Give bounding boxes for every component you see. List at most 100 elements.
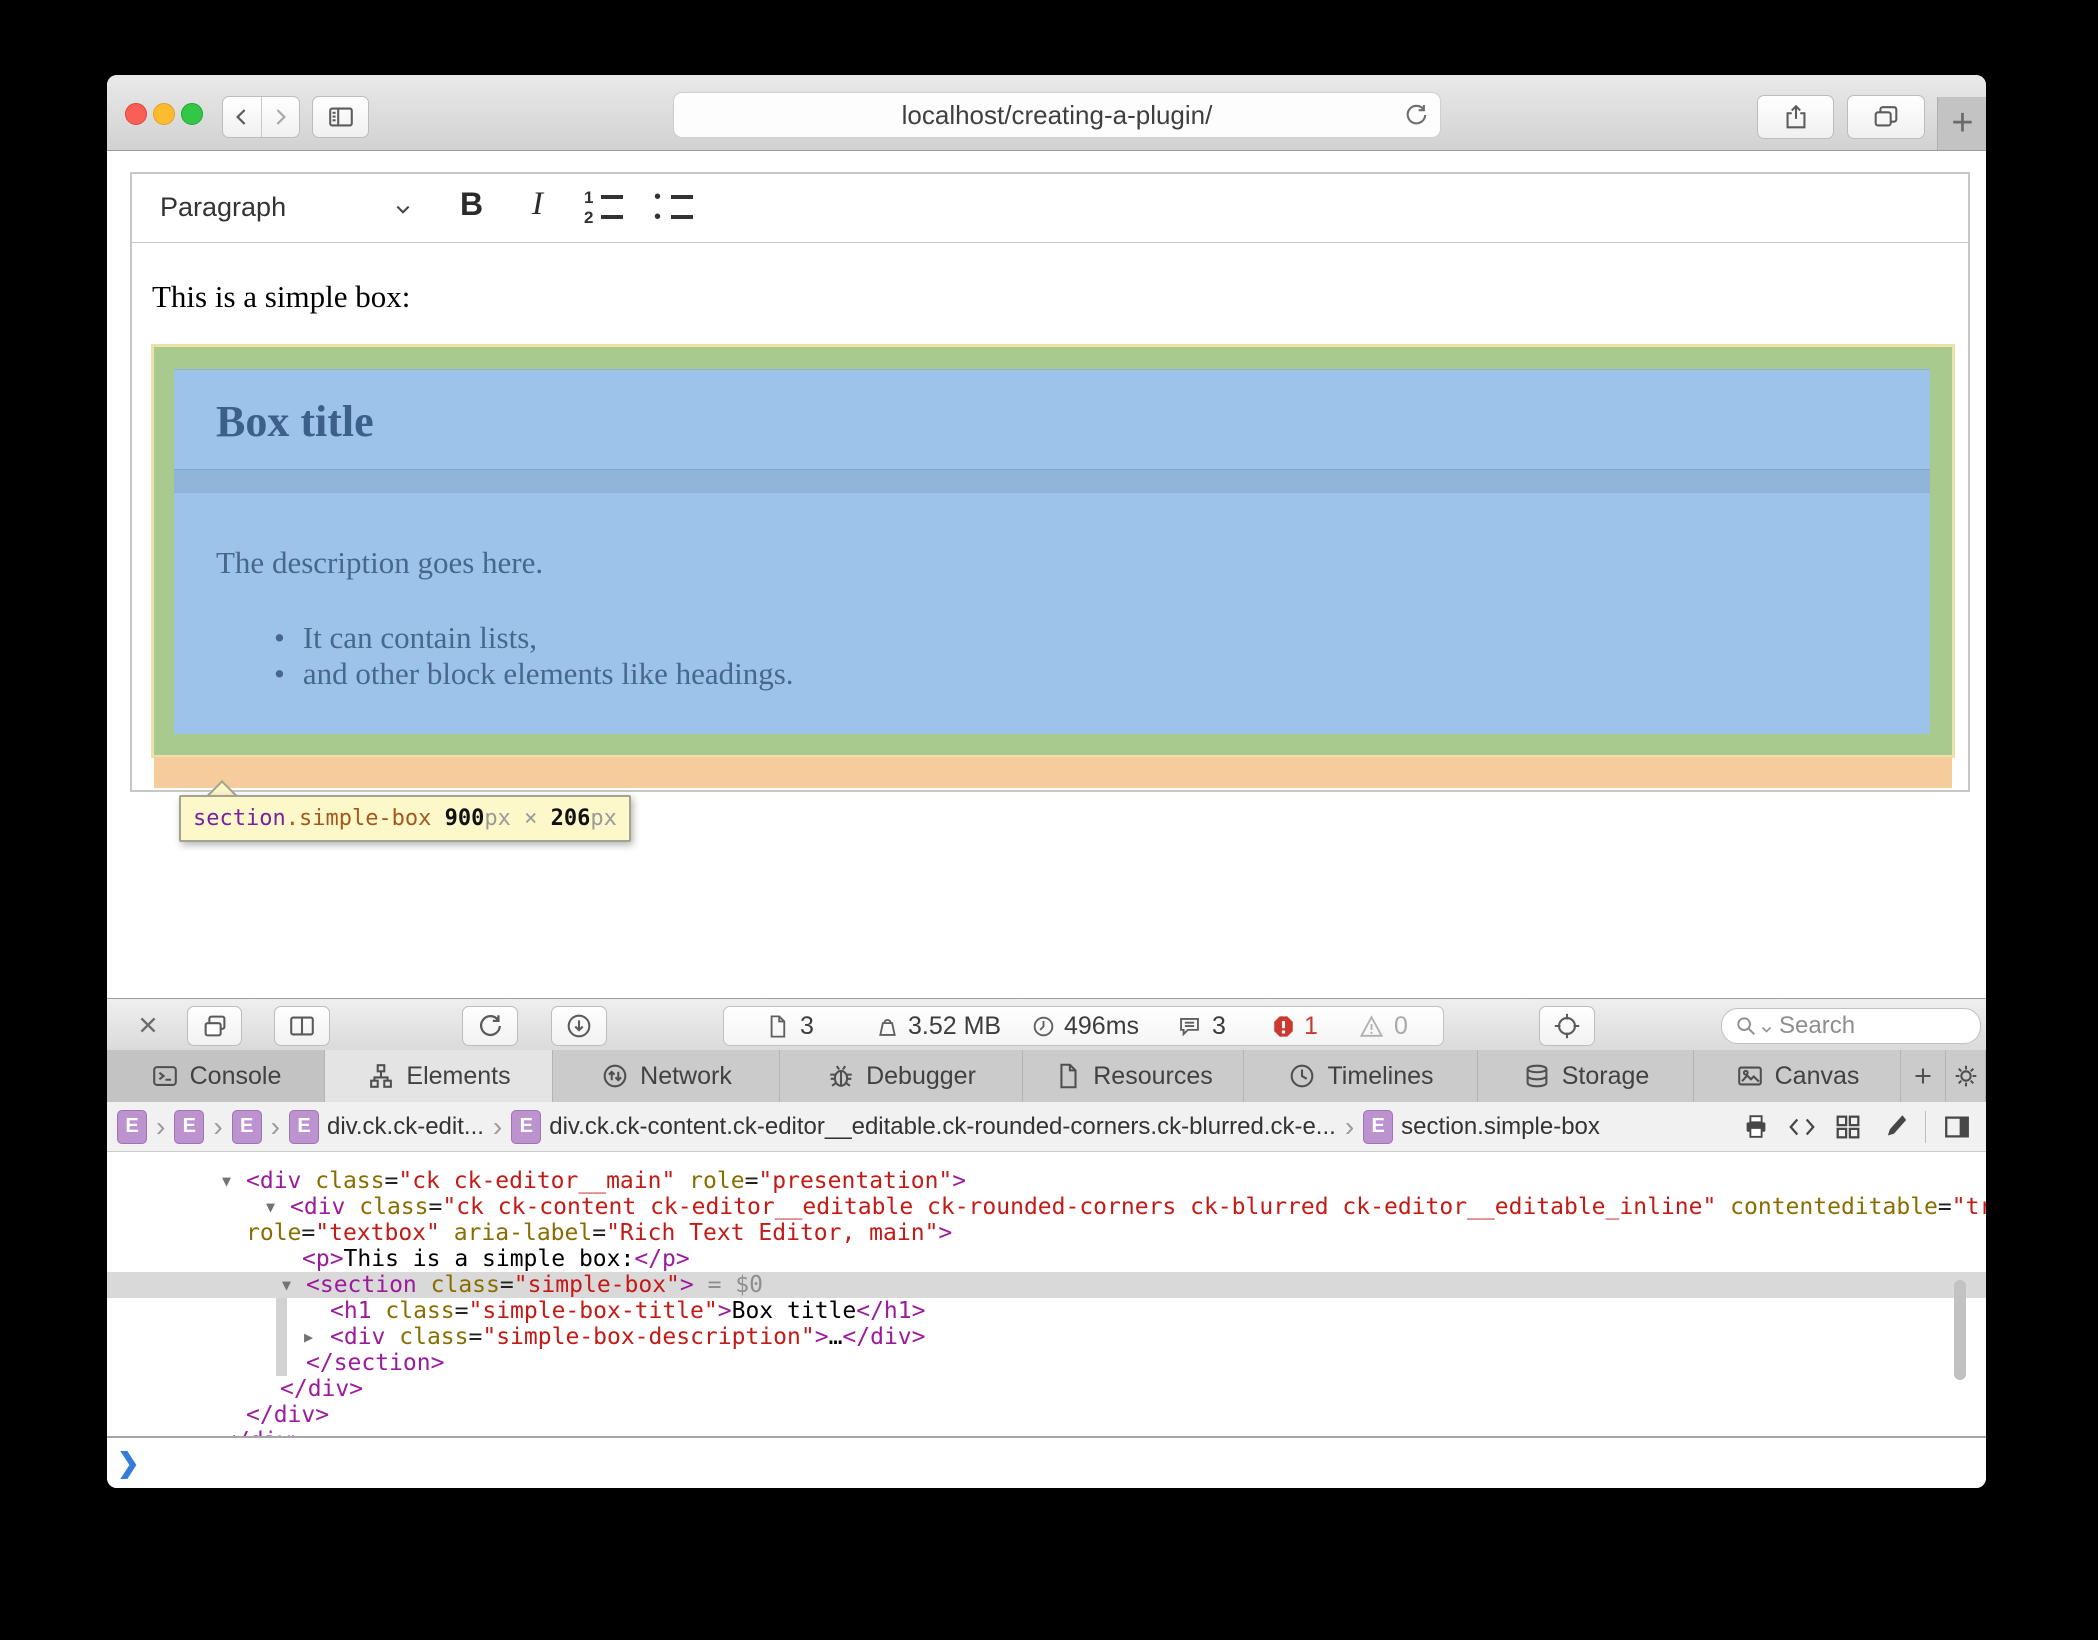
close-icon[interactable] — [133, 1010, 163, 1040]
breadcrumb-item[interactable]: E — [232, 1110, 262, 1144]
resource-stats-group[interactable]: 3 3.52 MB 496ms 3 1 0 — [723, 1006, 1444, 1046]
console-message-count: 3 — [1212, 1007, 1226, 1045]
canvas-icon — [1735, 1061, 1765, 1091]
plus-icon: + — [1951, 102, 1973, 145]
tab-debugger[interactable]: Debugger — [780, 1050, 1023, 1102]
italic-button[interactable]: I — [532, 186, 543, 223]
history-nav-group — [222, 96, 300, 138]
disclosure-closed-icon[interactable]: ▶ — [304, 1324, 313, 1350]
gear-tab[interactable] — [1946, 1050, 1986, 1102]
breadcrumb-item[interactable]: Ediv.ck.ck-edit... — [289, 1110, 484, 1144]
url-text: localhost/creating-a-plugin/ — [902, 100, 1213, 131]
paragraph-dropdown[interactable]: Paragraph — [160, 192, 286, 223]
console-prompt: ❯ — [117, 1448, 140, 1479]
resources-icon — [1053, 1061, 1083, 1091]
tab-storage[interactable]: Storage — [1478, 1050, 1694, 1102]
highlight-description-block[interactable]: The description goes here. It can contai… — [174, 492, 1930, 734]
disclosure-open-icon[interactable]: ▼ — [222, 1168, 231, 1194]
reload-icon[interactable] — [1402, 101, 1430, 129]
forward-button[interactable] — [261, 103, 299, 131]
dock-button[interactable] — [187, 1006, 242, 1046]
tab-label: Elements — [406, 1062, 510, 1091]
new-tab-button[interactable]: + — [1937, 97, 1986, 150]
disclosure-open-icon[interactable]: ▼ — [266, 1194, 275, 1220]
close-traffic-light[interactable] — [125, 103, 147, 125]
breadcrumb-item[interactable]: Esection.simple-box — [1363, 1110, 1600, 1144]
gear-icon — [1951, 1061, 1981, 1091]
split-view-icon — [287, 1011, 317, 1041]
load-time-icon — [1030, 1007, 1057, 1045]
dom-tree-row[interactable]: </div> — [107, 1376, 1986, 1402]
back-button[interactable] — [223, 103, 261, 131]
highlight-padding-area[interactable]: Box title The description goes here. It … — [154, 347, 1952, 755]
tab-overview-button[interactable] — [1847, 95, 1925, 139]
numbered-list-icon[interactable]: 1 2 — [584, 190, 623, 224]
tab-resources[interactable]: Resources — [1023, 1050, 1244, 1102]
dock-icon — [200, 1011, 230, 1041]
dom-tree-row[interactable]: </div> — [107, 1402, 1986, 1428]
chevron-right-icon: › — [156, 1111, 165, 1143]
tab-timelines[interactable]: Timelines — [1244, 1050, 1478, 1102]
download-icon — [564, 1011, 594, 1041]
chevron-right-icon: › — [1345, 1111, 1354, 1143]
breadcrumb-item[interactable]: Ediv.ck.ck-content.ck-editor__editable.c… — [511, 1110, 1336, 1144]
network-icon — [600, 1061, 630, 1091]
plus-icon — [1908, 1061, 1938, 1091]
download-button[interactable] — [551, 1006, 607, 1046]
breadcrumb-label: div.ck.ck-edit... — [327, 1113, 484, 1141]
dom-tree-row[interactable]: ▶<div class="simple-box-description">…</… — [107, 1324, 1986, 1350]
details-sidebar-icon[interactable] — [1942, 1112, 1972, 1142]
url-bar[interactable]: localhost/creating-a-plugin/ — [673, 92, 1441, 138]
dom-scrollbar-thumb[interactable] — [1954, 1280, 1966, 1380]
tab-canvas[interactable]: Canvas — [1694, 1050, 1901, 1102]
bold-button[interactable]: B — [460, 186, 483, 223]
element-picker-button[interactable] — [1539, 1006, 1595, 1046]
error-count: 1 — [1304, 1007, 1318, 1045]
debugger-icon — [826, 1061, 856, 1091]
chevron-down-icon[interactable] — [390, 196, 416, 222]
tab-label: Network — [640, 1062, 732, 1091]
sidebar-toggle-button[interactable] — [312, 96, 369, 138]
intro-paragraph[interactable]: This is a simple box: — [152, 279, 410, 315]
highlight-title-block[interactable]: Box title — [174, 369, 1930, 470]
styles-brush-icon[interactable] — [1879, 1112, 1909, 1142]
minimize-traffic-light[interactable] — [153, 103, 175, 125]
tab-elements[interactable]: Elements — [325, 1050, 553, 1102]
split-view-button[interactable] — [274, 1006, 330, 1046]
tab-console[interactable]: Console — [107, 1050, 325, 1102]
breadcrumb-label: div.ck.ck-content.ck-editor__editable.ck… — [549, 1113, 1336, 1141]
dom-tree-row[interactable]: </div> — [107, 1428, 1986, 1436]
documents-icon — [764, 1007, 791, 1045]
print-icon[interactable] — [1741, 1112, 1771, 1142]
box-list-item: and other block elements like headings. — [274, 656, 794, 692]
dom-tree-row[interactable]: ▼<div class="ck ck-editor__main" role="p… — [107, 1168, 1986, 1194]
dom-tree-row[interactable]: ▼<section class="simple-box"> = $0 — [107, 1272, 1986, 1298]
search-input[interactable]: Search — [1721, 1008, 1981, 1044]
console-input-row[interactable]: ❯ — [107, 1438, 1986, 1488]
source-code-icon[interactable] — [1787, 1112, 1817, 1142]
tab-label: Console — [190, 1062, 282, 1091]
plus-tab[interactable] — [1901, 1050, 1946, 1102]
bulleted-list-icon[interactable]: • • — [654, 190, 693, 224]
ckeditor: Paragraph B I 1 2 • • This is a simple b… — [130, 172, 1970, 792]
reload-button[interactable] — [462, 1006, 518, 1046]
box-title: Box title — [216, 396, 374, 447]
disclosure-open-icon[interactable]: ▼ — [282, 1272, 291, 1298]
dom-source-line: </div> — [222, 1428, 305, 1436]
tooltip-times: × — [524, 806, 537, 831]
tab-network[interactable]: Network — [553, 1050, 780, 1102]
dom-tree-row[interactable]: ▼<div class="ck ck-content ck-editor__ed… — [107, 1194, 1986, 1220]
dom-tree-row[interactable]: role="textbox" aria-label="Rich Text Edi… — [107, 1220, 1986, 1246]
dom-tree-row[interactable]: <h1 class="simple-box-title">Box title</… — [107, 1298, 1986, 1324]
sidebar-icon — [326, 102, 356, 132]
load-time: 496ms — [1064, 1007, 1139, 1045]
zoom-traffic-light[interactable] — [181, 103, 203, 125]
share-button[interactable] — [1757, 95, 1834, 139]
breadcrumb-item[interactable]: E — [117, 1110, 147, 1144]
grid-icon[interactable] — [1833, 1112, 1863, 1142]
dom-source-line: <p>This is a simple box:</p> — [302, 1246, 690, 1272]
dom-tree-row[interactable]: </section> — [107, 1350, 1986, 1376]
breadcrumb-item[interactable]: E — [174, 1110, 204, 1144]
dom-tree-row[interactable]: <p>This is a simple box:</p> — [107, 1246, 1986, 1272]
reload-icon — [475, 1011, 505, 1041]
